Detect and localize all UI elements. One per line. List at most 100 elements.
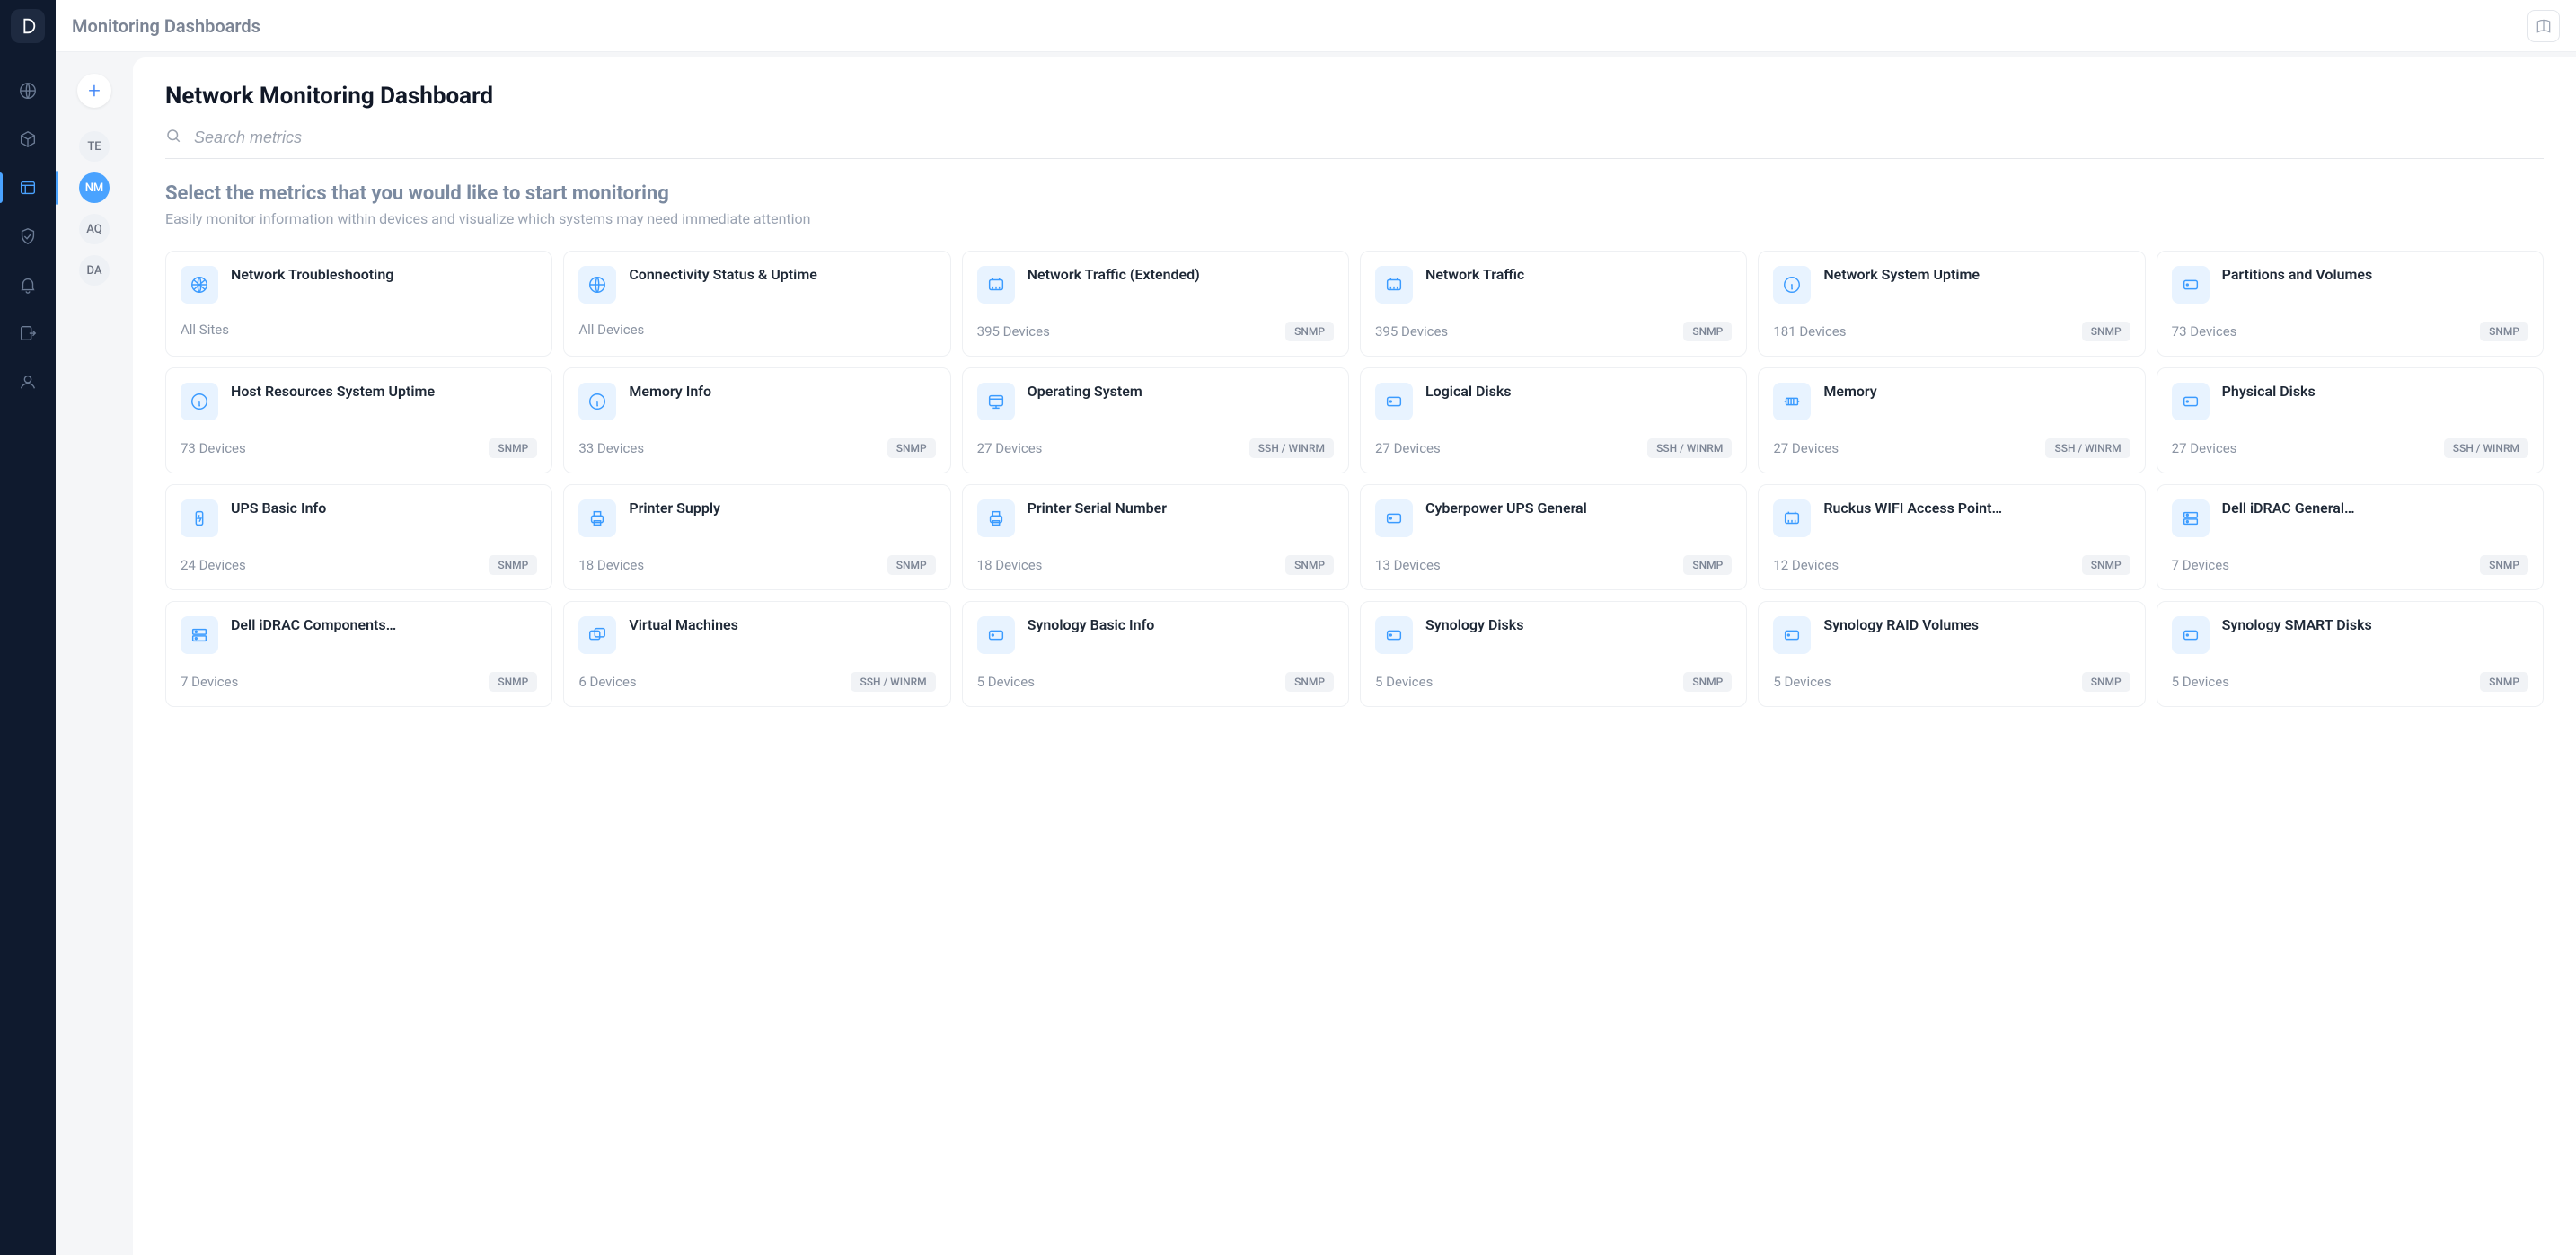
- metric-card-count: 395 Devices: [977, 323, 1050, 340]
- metric-card-badge: SNMP: [1285, 555, 1334, 575]
- metric-card-title: Partitions and Volumes: [2222, 266, 2373, 285]
- disk-icon: [977, 616, 1015, 654]
- nav-cube-icon[interactable]: [16, 128, 40, 151]
- sidebar-dashboard-pill[interactable]: TE: [79, 131, 110, 162]
- metric-card-count: 5 Devices: [2172, 674, 2229, 690]
- metric-card-title: UPS Basic Info: [231, 499, 326, 518]
- metric-card-title: Network System Uptime: [1823, 266, 1980, 285]
- metric-card[interactable]: Physical Disks27 DevicesSSH / WINRM: [2157, 367, 2544, 473]
- globe-net-icon: [181, 266, 218, 304]
- metric-card[interactable]: Printer Supply18 DevicesSNMP: [563, 484, 950, 590]
- metric-card[interactable]: Dell iDRAC General… 7 Devices SNMP: [2157, 484, 2544, 590]
- sidebar-dashboard-pill[interactable]: DA: [79, 255, 110, 286]
- metric-card[interactable]: Printer Serial Number18 DevicesSNMP: [962, 484, 1349, 590]
- metric-card-grid: Network Troubleshooting All Sites Connecti…: [165, 251, 2544, 707]
- info-icon: [1773, 266, 1811, 304]
- metric-card[interactable]: Memory27 DevicesSSH / WINRM: [1758, 367, 2145, 473]
- docs-button[interactable]: [2527, 10, 2560, 42]
- metric-card[interactable]: Synology Disks5 DevicesSNMP: [1360, 601, 1747, 707]
- metric-card-title: Dell iDRAC Components…: [231, 616, 396, 635]
- nav-rail: [0, 0, 56, 1255]
- metric-card[interactable]: Logical Disks27 DevicesSSH / WINRM: [1360, 367, 1747, 473]
- metric-card-title: Memory Info: [629, 383, 711, 402]
- metric-card-title: Printer Supply: [629, 499, 720, 518]
- sidebar-dashboard-pill[interactable]: AQ: [79, 214, 110, 244]
- disk-icon: [1375, 616, 1413, 654]
- search-row: [165, 128, 2544, 159]
- metric-card-count: 6 Devices: [578, 674, 636, 690]
- metric-card-title: Cyberpower UPS General: [1425, 499, 1587, 518]
- vm-icon: [578, 616, 616, 654]
- page-title: Monitoring Dashboards: [72, 15, 260, 37]
- metric-card-badge: SNMP: [489, 555, 537, 575]
- metric-card-badge: SNMP: [2480, 322, 2528, 341]
- nav-globe-icon[interactable]: [16, 79, 40, 102]
- add-dashboard-button[interactable]: +: [77, 74, 111, 108]
- metric-card[interactable]: Cyberpower UPS General13 DevicesSNMP: [1360, 484, 1747, 590]
- nav-bell-icon[interactable]: [16, 273, 40, 296]
- dashboard-sidebar: + TE NM AQ DA: [56, 52, 133, 1255]
- metric-card-count: 7 Devices: [2172, 557, 2229, 573]
- metric-card-title: Printer Serial Number: [1028, 499, 1167, 518]
- metric-card-count: All Devices: [578, 322, 644, 338]
- metric-card[interactable]: Network System Uptime181 DevicesSNMP: [1758, 251, 2145, 357]
- dashboard-title: Network Monitoring Dashboard: [165, 83, 2544, 110]
- search-icon: [165, 128, 181, 147]
- info-icon: [181, 383, 218, 420]
- section-subtext: Easily monitor information within device…: [165, 210, 2544, 227]
- metric-card-count: 395 Devices: [1375, 323, 1448, 340]
- sidebar-dashboard-pill[interactable]: NM: [79, 172, 110, 203]
- metric-card[interactable]: Network Traffic (Extended)395 DevicesSNM…: [962, 251, 1349, 357]
- metric-card[interactable]: Synology RAID Volumes5 DevicesSNMP: [1758, 601, 2145, 707]
- metric-card-count: 27 Devices: [1375, 440, 1441, 456]
- metric-card[interactable]: UPS Basic Info24 DevicesSNMP: [165, 484, 552, 590]
- metric-card[interactable]: Partitions and Volumes73 DevicesSNMP: [2157, 251, 2544, 357]
- metric-card-badge: SNMP: [2480, 555, 2528, 575]
- nav-shield-icon[interactable]: [16, 225, 40, 248]
- app-logo[interactable]: [11, 9, 45, 43]
- metric-card-badge: SNMP: [1683, 555, 1732, 575]
- top-bar: Monitoring Dashboards: [56, 0, 2576, 52]
- metric-card-title: Operating System: [1028, 383, 1142, 402]
- metric-card-title: Memory: [1823, 383, 1876, 402]
- ups-icon: [181, 499, 218, 537]
- metric-card[interactable]: Operating System 27 Devices SSH / WINRM: [962, 367, 1349, 473]
- metric-card[interactable]: Network Traffic395 DevicesSNMP: [1360, 251, 1747, 357]
- metric-card[interactable]: Synology SMART Disks5 DevicesSNMP: [2157, 601, 2544, 707]
- metric-card-badge: SNMP: [2082, 672, 2130, 692]
- metric-card-badge: SNMP: [1683, 672, 1732, 692]
- metric-card[interactable]: Synology Basic Info5 DevicesSNMP: [962, 601, 1349, 707]
- port-icon: [1375, 266, 1413, 304]
- nav-user-icon[interactable]: [16, 370, 40, 393]
- server-icon: [2172, 499, 2210, 537]
- disk-icon: [1773, 616, 1811, 654]
- metric-card[interactable]: Network Troubleshooting All Sites: [165, 251, 552, 357]
- search-input[interactable]: [194, 128, 2544, 147]
- metric-card-count: 27 Devices: [1773, 440, 1839, 456]
- metric-card[interactable]: Ruckus WIFI Access Point…12 DevicesSNMP: [1758, 484, 2145, 590]
- nav-dashboard-icon[interactable]: [16, 176, 40, 199]
- printer-icon: [977, 499, 1015, 537]
- metric-card-title: Dell iDRAC General…: [2222, 499, 2355, 518]
- nav-exit-icon[interactable]: [16, 322, 40, 345]
- metric-card-count: All Sites: [181, 322, 229, 338]
- metric-card[interactable]: Dell iDRAC Components…7 DevicesSNMP: [165, 601, 552, 707]
- metric-card[interactable]: Connectivity Status & UptimeAll Devices: [563, 251, 950, 357]
- metric-card-count: 27 Devices: [2172, 440, 2237, 456]
- metric-card-count: 27 Devices: [977, 440, 1043, 456]
- os-icon: [977, 383, 1015, 420]
- metric-card[interactable]: Host Resources System Uptime73 DevicesSN…: [165, 367, 552, 473]
- metric-card[interactable]: Memory Info33 DevicesSNMP: [563, 367, 950, 473]
- disk-icon: [1375, 499, 1413, 537]
- metric-card-badge: SNMP: [2480, 672, 2528, 692]
- metric-card-title: Network Troubleshooting: [231, 266, 393, 285]
- metric-card-badge: SSH / WINRM: [1249, 438, 1334, 458]
- metric-card-badge: SSH / WINRM: [1647, 438, 1732, 458]
- metric-card-title: Virtual Machines: [629, 616, 738, 635]
- metric-card[interactable]: Virtual Machines6 DevicesSSH / WINRM: [563, 601, 950, 707]
- metric-card-count: 33 Devices: [578, 440, 644, 456]
- disk-icon: [2172, 616, 2210, 654]
- metric-card-count: 12 Devices: [1773, 557, 1839, 573]
- port-icon: [977, 266, 1015, 304]
- metric-card-badge: SNMP: [489, 672, 537, 692]
